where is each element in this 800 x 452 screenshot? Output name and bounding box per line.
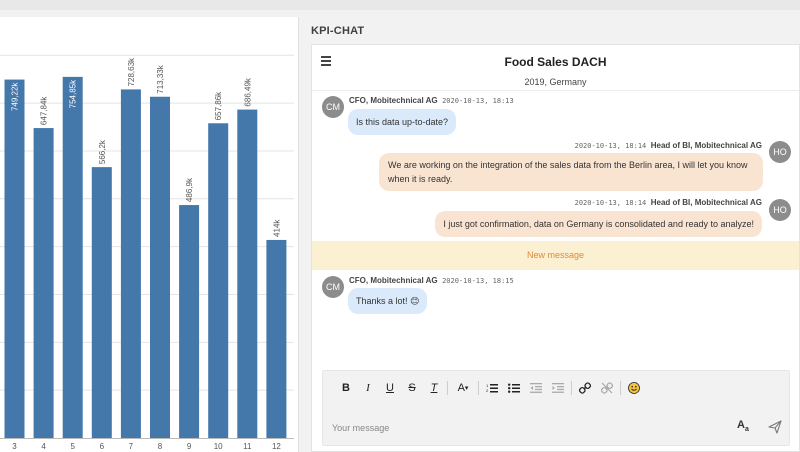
- data-label: 657,86k: [214, 91, 223, 120]
- data-label: 686,49k: [243, 77, 252, 106]
- data-label: 414k: [272, 219, 281, 237]
- svg-text:2: 2: [486, 388, 489, 393]
- message-author: Head of BI, Mobitechnical AG: [650, 198, 762, 207]
- numbered-list-icon[interactable]: 12: [481, 378, 503, 398]
- bar[interactable]: [208, 123, 229, 438]
- bar[interactable]: [4, 79, 25, 438]
- chevron-down-icon: ▾: [464, 385, 469, 392]
- message-author: CFO, Mobitechnical AG: [349, 96, 438, 105]
- message-input[interactable]: [332, 420, 712, 436]
- bubble-line: We are working on the integration of the…: [388, 160, 748, 170]
- data-label: 728,63k: [127, 57, 136, 86]
- message-author: Head of BI, Mobitechnical AG: [650, 141, 762, 150]
- avatar: CM: [322, 276, 344, 298]
- data-label: 749,22k: [11, 82, 20, 111]
- link-icon[interactable]: [574, 378, 596, 398]
- bar[interactable]: [266, 239, 287, 438]
- toolbar-separator: [447, 381, 448, 395]
- message-timestamp: 2020-10-13, 18:14: [574, 199, 647, 207]
- toolbar-separator: [478, 381, 479, 395]
- indent-icon[interactable]: [547, 378, 569, 398]
- bar[interactable]: [237, 109, 258, 439]
- new-message-divider: New message: [312, 241, 799, 270]
- x-tick-label: 9: [187, 442, 192, 451]
- chat-bubble-incoming: Is this data up-to-date?: [348, 109, 457, 135]
- message-timestamp: 2020-10-13, 18:13: [442, 97, 514, 105]
- chat-subtitle: 2019, Germany: [524, 77, 587, 87]
- avatar: HO: [769, 199, 791, 221]
- chat-bubble-outgoing: We are working on the integration of the…: [379, 153, 763, 191]
- bar[interactable]: [120, 89, 141, 439]
- data-label: 486,9k: [185, 177, 194, 202]
- message-meta: 2020-10-13, 18:14 Head of BI, Mobitechni…: [575, 141, 762, 150]
- chat-panel: Food Sales DACH 2019, Germany CM CFO, Mo…: [311, 44, 800, 452]
- message-meta: CFO, Mobitechnical AG 2020-10-13, 18:15: [349, 276, 514, 285]
- message-composer: B I U S T A ▾ 12 Your message Aa: [322, 370, 790, 446]
- bar[interactable]: [150, 96, 170, 438]
- bar[interactable]: [91, 167, 112, 439]
- x-tick-label: 12: [272, 442, 281, 451]
- bar[interactable]: [33, 128, 54, 438]
- x-tick-label: 3: [12, 442, 17, 451]
- chat-title: Food Sales DACH: [504, 55, 607, 69]
- x-tick-label: 10: [214, 442, 223, 451]
- text-format-toggle-icon[interactable]: Aa: [737, 419, 749, 433]
- data-label: 754,85k: [69, 79, 78, 108]
- clear-format-button[interactable]: T: [423, 378, 445, 398]
- outdent-icon[interactable]: [525, 378, 547, 398]
- bubble-line: when it is ready.: [388, 174, 453, 184]
- bar[interactable]: [179, 205, 200, 438]
- chat-bubble-outgoing: I just got confirmation, data on Germany…: [435, 211, 762, 237]
- underline-button[interactable]: U: [379, 378, 401, 398]
- x-tick-label: 8: [158, 442, 163, 451]
- message-author: CFO, Mobitechnical AG: [349, 276, 438, 285]
- bar-chart-panel: 749,22k 3 647,84k 4 754,85k 5 566,2k 6 728,63k 7 7…: [0, 17, 299, 452]
- chat-bubble-incoming: Thanks a lot! 😊: [348, 288, 428, 314]
- font-size-dropdown[interactable]: A ▾: [450, 378, 476, 398]
- data-label: 566,2k: [98, 139, 107, 164]
- toolbar-separator: [571, 381, 572, 395]
- x-tick-label: 5: [70, 442, 75, 451]
- toolbar-separator: [620, 381, 621, 395]
- bullet-list-icon[interactable]: [503, 378, 525, 398]
- top-bar: [0, 0, 800, 10]
- x-tick-label: 7: [129, 442, 134, 451]
- x-tick-label: 6: [100, 442, 105, 451]
- x-tick-label: 4: [41, 442, 46, 451]
- chat-header: Food Sales DACH 2019, Germany: [312, 45, 799, 91]
- emoji-icon[interactable]: [623, 378, 645, 398]
- bold-button[interactable]: B: [335, 378, 357, 398]
- avatar: HO: [769, 141, 791, 163]
- message-meta: 2020-10-13, 18:14 Head of BI, Mobitechni…: [575, 198, 762, 207]
- message-timestamp: 2020-10-13, 18:15: [442, 277, 514, 285]
- bar[interactable]: [62, 76, 83, 438]
- send-icon[interactable]: [768, 420, 782, 434]
- unlink-icon[interactable]: [596, 378, 618, 398]
- message-meta: CFO, Mobitechnical AG 2020-10-13, 18:13: [349, 96, 514, 105]
- message-timestamp: 2020-10-13, 18:14: [574, 142, 647, 150]
- font-size-icon: A: [457, 382, 465, 394]
- x-tick-label: 11: [243, 442, 252, 451]
- formatting-toolbar: B I U S T A ▾ 12: [335, 377, 645, 399]
- strikethrough-button[interactable]: S: [401, 378, 423, 398]
- italic-button[interactable]: I: [357, 378, 379, 398]
- kpi-chat-title: KPI-CHAT: [311, 25, 365, 37]
- avatar: CM: [322, 96, 344, 118]
- data-label: 713,33k: [156, 64, 165, 93]
- bar-chart: 749,22k 3 647,84k 4 754,85k 5 566,2k 6 728,63k 7 7…: [0, 54, 294, 451]
- data-label: 647,84k: [40, 96, 49, 125]
